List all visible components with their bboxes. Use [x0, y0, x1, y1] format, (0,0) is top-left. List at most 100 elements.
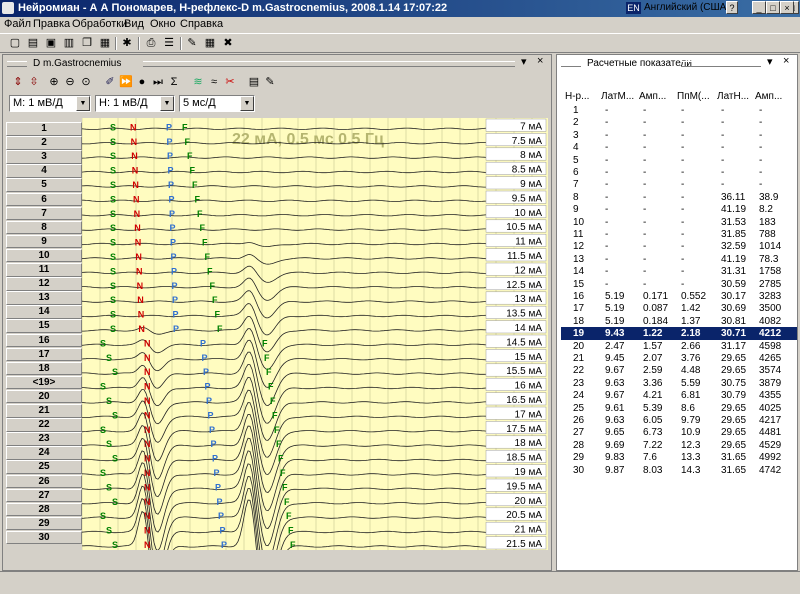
- trace-marker[interactable]: N: [144, 382, 151, 392]
- trace-marker[interactable]: N: [144, 367, 151, 377]
- table-cell[interactable]: 12: [573, 241, 584, 252]
- table-cell[interactable]: 78.3: [759, 254, 778, 265]
- trace-marker[interactable]: S: [110, 151, 116, 161]
- column-header[interactable]: ЛатМ...: [601, 91, 634, 102]
- table-cell[interactable]: 23: [573, 378, 584, 389]
- trace-row-label[interactable]: 4: [6, 164, 82, 178]
- trace-marker[interactable]: N: [138, 310, 145, 320]
- app-minimize-button[interactable]: _: [752, 1, 766, 14]
- table-cell[interactable]: 41.19: [721, 204, 746, 215]
- trace-marker[interactable]: P: [206, 396, 212, 406]
- table-cell[interactable]: 9: [573, 204, 579, 215]
- table-cell[interactable]: 13.3: [681, 452, 700, 463]
- zoom-in-icon[interactable]: ⊕: [47, 75, 61, 89]
- table-cell[interactable]: -: [681, 117, 684, 128]
- trace-marker[interactable]: S: [110, 310, 116, 320]
- table-cell[interactable]: 8.6: [681, 403, 695, 414]
- table-cell[interactable]: -: [643, 130, 646, 141]
- table-cell[interactable]: 29: [573, 452, 584, 463]
- table-cell[interactable]: -: [721, 155, 724, 166]
- table-cell[interactable]: -: [721, 117, 724, 128]
- column-header[interactable]: ПпМ(...: [677, 91, 710, 102]
- table-cell[interactable]: 0.552: [681, 291, 706, 302]
- table-cell[interactable]: 2.59: [643, 365, 662, 376]
- trace-marker[interactable]: P: [221, 540, 227, 550]
- trace-marker[interactable]: S: [112, 410, 118, 420]
- table-cell[interactable]: 30.59: [721, 279, 746, 290]
- table-cell[interactable]: 5.19: [605, 303, 624, 314]
- table-cell[interactable]: 5.19: [605, 316, 624, 327]
- table-cell[interactable]: 29.65: [721, 353, 746, 364]
- trace-marker[interactable]: F: [280, 468, 286, 478]
- trace-marker[interactable]: P: [215, 482, 221, 492]
- table-cell[interactable]: 7.22: [643, 440, 662, 451]
- export-icon[interactable]: ⎙: [144, 36, 158, 50]
- language-indicator[interactable]: EN Английский (США): [626, 0, 730, 15]
- table-cell[interactable]: 38.9: [759, 192, 778, 203]
- trace-marker[interactable]: F: [288, 526, 294, 536]
- table-cell[interactable]: -: [681, 105, 684, 116]
- trace-marker[interactable]: F: [187, 151, 193, 161]
- table-cell[interactable]: 788: [759, 229, 776, 240]
- trace-marker[interactable]: P: [211, 439, 217, 449]
- column-header[interactable]: Амп...: [755, 91, 782, 102]
- trace-row-label[interactable]: 17: [6, 347, 82, 362]
- table-cell[interactable]: 29.65: [721, 365, 746, 376]
- trace-marker[interactable]: F: [215, 310, 221, 320]
- trace-marker[interactable]: S: [110, 281, 116, 291]
- table-cell[interactable]: 3879: [759, 378, 781, 389]
- trace-marker[interactable]: F: [207, 266, 213, 276]
- tile-icon[interactable]: ▦: [203, 36, 217, 50]
- table-cell[interactable]: -: [605, 142, 608, 153]
- emg-traces-plot[interactable]: 22 мА, 0.5 мс 0.5 Гц 7 мА S N F P 7.5 мА S N F P 8 …: [82, 118, 548, 550]
- table-cell[interactable]: -: [643, 155, 646, 166]
- table-cell[interactable]: 9.43: [605, 328, 624, 339]
- table-cell[interactable]: -: [605, 279, 608, 290]
- chevron-down-icon[interactable]: ▼: [160, 96, 174, 111]
- table-cell[interactable]: -: [681, 266, 684, 277]
- report-icon[interactable]: ✎: [263, 75, 277, 89]
- trace-marker[interactable]: F: [197, 209, 203, 219]
- trace-marker[interactable]: F: [278, 454, 284, 464]
- table-cell[interactable]: 4217: [759, 415, 781, 426]
- table-cell[interactable]: 2.18: [681, 328, 700, 339]
- zoom-reset-icon[interactable]: ⊙: [79, 75, 93, 89]
- trace-marker[interactable]: S: [110, 324, 116, 334]
- table-cell[interactable]: 6.81: [681, 390, 700, 401]
- trace-marker[interactable]: P: [169, 194, 175, 204]
- trace-marker[interactable]: S: [106, 526, 112, 536]
- table-cell[interactable]: 0.087: [643, 303, 668, 314]
- table-cell[interactable]: 9.67: [605, 365, 624, 376]
- table-cell[interactable]: 9.79: [681, 415, 700, 426]
- trace-marker[interactable]: P: [172, 295, 178, 305]
- table-cell[interactable]: 1.57: [643, 341, 662, 352]
- table-cell[interactable]: -: [605, 167, 608, 178]
- panel-grip[interactable]: [7, 61, 27, 67]
- table-cell[interactable]: 10.9: [681, 427, 700, 438]
- menu-window[interactable]: Окно: [150, 18, 176, 30]
- table-cell[interactable]: -: [643, 241, 646, 252]
- table-cell[interactable]: -: [681, 179, 684, 190]
- table-cell[interactable]: -: [681, 155, 684, 166]
- table-cell[interactable]: -: [643, 279, 646, 290]
- table-cell[interactable]: 30.75: [721, 378, 746, 389]
- table-cell[interactable]: 5.59: [681, 378, 700, 389]
- table-cell[interactable]: 1.22: [643, 328, 662, 339]
- table-cell[interactable]: 9.63: [605, 415, 624, 426]
- table-cell[interactable]: 31.65: [721, 452, 746, 463]
- trace-marker[interactable]: P: [168, 166, 174, 176]
- trace-marker[interactable]: P: [218, 511, 224, 521]
- trace-row-label[interactable]: 18: [6, 361, 82, 376]
- trace-marker[interactable]: P: [167, 151, 173, 161]
- trace-marker[interactable]: N: [131, 151, 138, 161]
- trace-row-label[interactable]: 27: [6, 488, 82, 503]
- table-cell[interactable]: 31.53: [721, 217, 746, 228]
- table-cell[interactable]: 7.6: [643, 452, 657, 463]
- chevron-down-icon[interactable]: ▼: [240, 96, 254, 111]
- trace-marker[interactable]: F: [202, 238, 208, 248]
- table-cell[interactable]: 2.66: [681, 341, 700, 352]
- trace-marker[interactable]: F: [274, 425, 280, 435]
- table-cell[interactable]: 25: [573, 403, 584, 414]
- stimulate-icon[interactable]: ✐: [103, 75, 117, 89]
- table-cell[interactable]: 30.69: [721, 303, 746, 314]
